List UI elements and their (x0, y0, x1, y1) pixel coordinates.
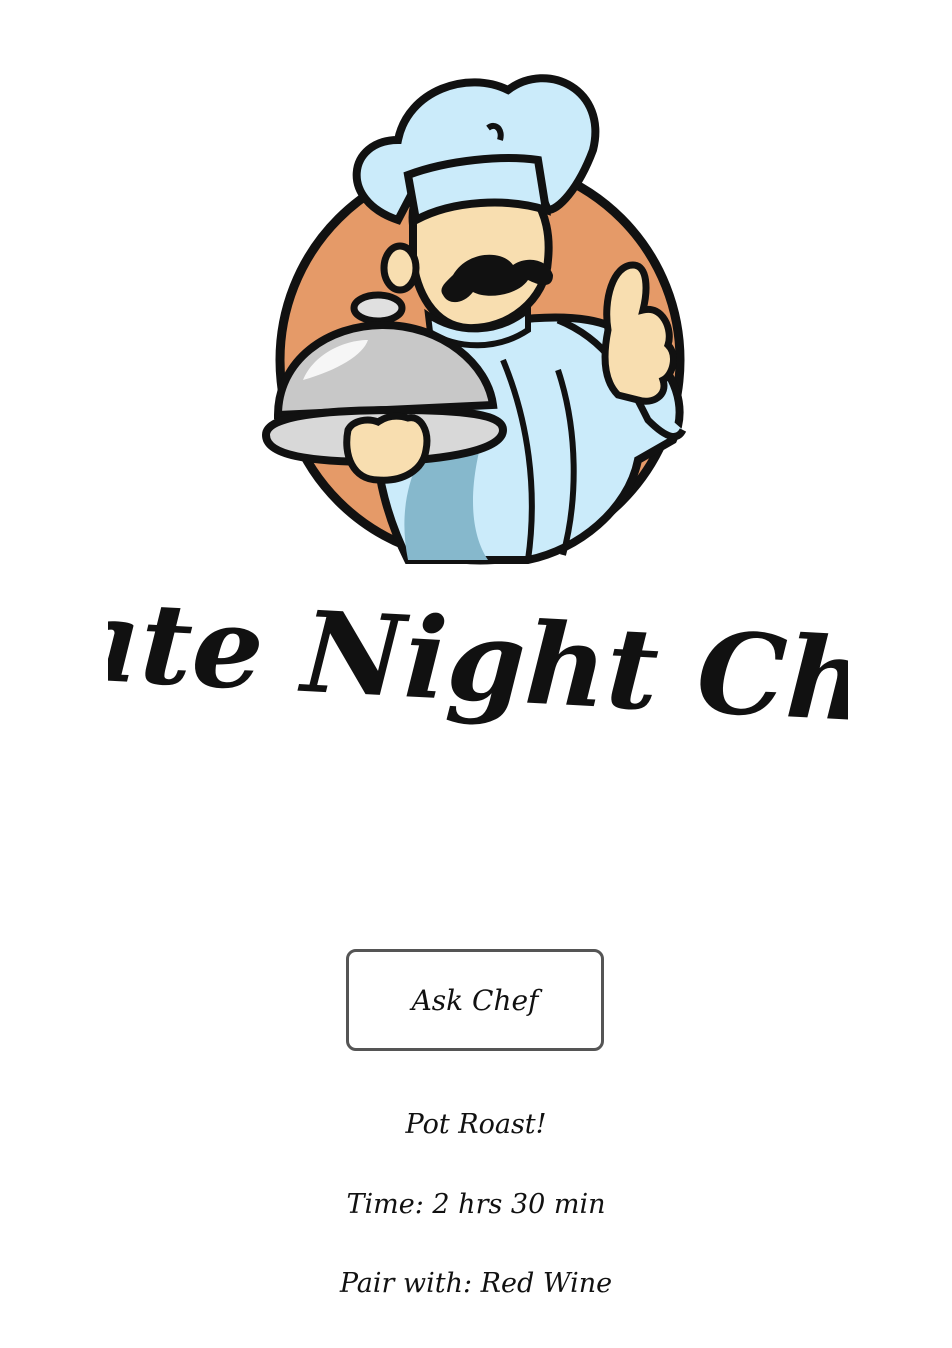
cook-time-text: Time: 2 hrs 30 min (346, 1189, 606, 1220)
logo-wordmark: Date Night Chef (108, 569, 848, 754)
ask-chef-button[interactable]: Ask Chef (346, 949, 604, 1051)
dish-result-text: Pot Roast! (405, 1109, 547, 1140)
wine-pairing-text: Pair with: Red Wine (339, 1268, 613, 1299)
date-night-chef-logo: Date Night Chef (108, 74, 848, 754)
